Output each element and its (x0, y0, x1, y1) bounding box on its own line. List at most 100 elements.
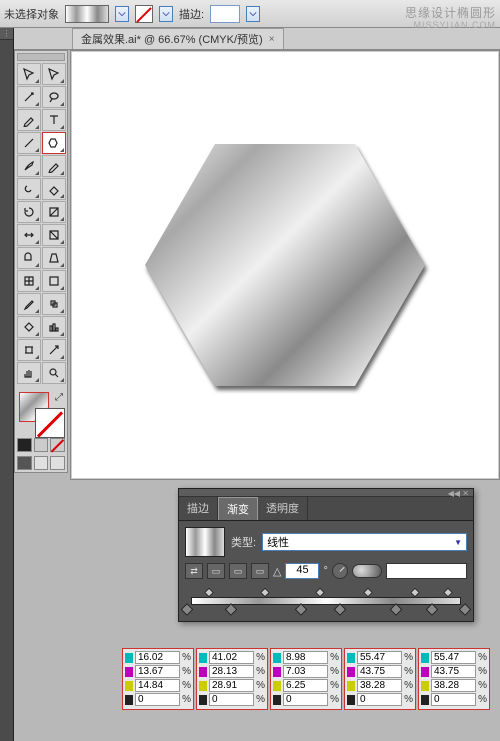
stroke-dropdown[interactable] (159, 6, 173, 22)
screen-mode-present[interactable] (50, 456, 65, 470)
mesh-tool[interactable] (17, 270, 41, 292)
gradient-stop[interactable] (389, 603, 402, 616)
toolbox-grip[interactable] (17, 53, 65, 61)
graph-tool[interactable] (42, 316, 66, 338)
gradient-tool[interactable] (42, 270, 66, 292)
stroke-grad-2[interactable]: ▭ (229, 563, 247, 579)
panel-collapse-icon[interactable]: ◀◀ ✕ (448, 489, 469, 498)
stroke-grad-3[interactable]: ▭ (251, 563, 269, 579)
reverse-gradient-btn[interactable]: ⇄ (185, 563, 203, 579)
k-value[interactable]: 0 (431, 693, 476, 706)
none-mode-btn[interactable] (50, 438, 65, 452)
gradient-midpoint[interactable] (260, 588, 270, 598)
gradient-stop[interactable] (181, 603, 194, 616)
width-tool[interactable] (17, 224, 41, 246)
c-value[interactable]: 41.02 (209, 651, 254, 664)
document-tab[interactable]: 金属效果.ai* @ 66.67% (CMYK/预览) × (72, 28, 284, 49)
tab-gradient[interactable]: 渐变 (218, 497, 258, 520)
magic-wand-tool[interactable] (17, 86, 41, 108)
y-value[interactable]: 6.25 (283, 679, 328, 692)
angle-field[interactable]: 45 (285, 563, 319, 579)
m-value[interactable]: 43.75 (357, 665, 402, 678)
tab-stroke[interactable]: 描边 (179, 497, 218, 520)
gradient-stop[interactable] (425, 603, 438, 616)
gradient-slider[interactable] (187, 585, 465, 613)
screen-mode-full[interactable] (34, 456, 49, 470)
m-value[interactable]: 28.13 (209, 665, 254, 678)
line-tool[interactable] (17, 132, 41, 154)
hexagon-artwork[interactable] (145, 144, 425, 386)
gradient-stop[interactable] (295, 603, 308, 616)
artboard-tool[interactable] (17, 339, 41, 361)
k-value[interactable]: 0 (283, 693, 328, 706)
k-value[interactable]: 0 (135, 693, 180, 706)
y-value[interactable]: 14.84 (135, 679, 180, 692)
gradient-midpoint[interactable] (204, 588, 214, 598)
c-value[interactable]: 8.98 (283, 651, 328, 664)
swap-fill-stroke-icon[interactable]: ⤢ (55, 392, 63, 403)
m-value[interactable]: 13.67 (135, 665, 180, 678)
c-value[interactable]: 55.47 (431, 651, 476, 664)
m-swatch (125, 667, 133, 677)
gradient-stop[interactable] (225, 603, 238, 616)
c-value[interactable]: 16.02 (135, 651, 180, 664)
k-value[interactable]: 0 (357, 693, 402, 706)
rotate-tool[interactable] (17, 201, 41, 223)
hexagon-tool[interactable] (42, 132, 66, 154)
lasso-tool[interactable] (42, 86, 66, 108)
dock-grip[interactable]: ⋮ (0, 28, 13, 40)
shape-builder-tool[interactable] (17, 247, 41, 269)
angle-dial[interactable] (332, 563, 348, 579)
stroke-weight-dd[interactable] (246, 6, 260, 22)
symbol-tool[interactable] (17, 316, 41, 338)
pen-tool[interactable] (17, 109, 41, 131)
c-value[interactable]: 55.47 (357, 651, 402, 664)
zoom-tool[interactable] (42, 362, 66, 384)
slice-tool[interactable] (42, 339, 66, 361)
eyedropper-tool[interactable] (17, 293, 41, 315)
stroke-grad-1[interactable]: ▭ (207, 563, 225, 579)
m-value[interactable]: 7.03 (283, 665, 328, 678)
y-value[interactable]: 38.28 (431, 679, 476, 692)
aspect-preview[interactable] (352, 564, 382, 578)
percent-label: % (478, 694, 487, 705)
stroke-swatch[interactable] (135, 5, 153, 23)
direct-selection-tool[interactable] (42, 63, 66, 85)
gradient-preview[interactable] (185, 527, 225, 557)
scale-tool[interactable] (42, 201, 66, 223)
tab-transparency[interactable]: 透明度 (258, 497, 308, 520)
pencil-tool[interactable] (42, 155, 66, 177)
type-tool[interactable] (42, 109, 66, 131)
brush-tool[interactable] (17, 155, 41, 177)
gradient-midpoint[interactable] (363, 588, 373, 598)
gradient-midpoint[interactable] (410, 588, 420, 598)
gradient-midpoint[interactable] (315, 588, 325, 598)
stroke-weight-field[interactable] (210, 5, 240, 23)
gradient-stop[interactable] (334, 603, 347, 616)
blob-tool[interactable] (17, 178, 41, 200)
gradient-type-select[interactable]: 线性 ▼ (262, 533, 467, 551)
free-transform-tool[interactable] (42, 224, 66, 246)
screen-mode-normal[interactable] (17, 456, 32, 470)
gradient-stop[interactable] (459, 603, 472, 616)
close-icon[interactable]: × (269, 34, 275, 45)
percent-label: % (404, 694, 413, 705)
aspect-field[interactable] (386, 563, 467, 579)
color-mode-btn[interactable] (17, 438, 32, 452)
y-value[interactable]: 28.91 (209, 679, 254, 692)
artboard[interactable] (70, 50, 500, 480)
hand-tool[interactable] (17, 362, 41, 384)
blend-tool[interactable] (42, 293, 66, 315)
k-value[interactable]: 0 (209, 693, 254, 706)
selection-tool[interactable] (17, 63, 41, 85)
eraser-tool[interactable] (42, 178, 66, 200)
panel-grip[interactable]: ◀◀ ✕ (179, 489, 473, 497)
y-value[interactable]: 38.28 (357, 679, 402, 692)
gradient-mode-btn[interactable] (34, 438, 49, 452)
fill-dropdown[interactable] (115, 6, 129, 22)
stroke-indicator[interactable] (35, 408, 65, 438)
fill-swatch[interactable] (65, 5, 109, 23)
perspective-tool[interactable] (42, 247, 66, 269)
m-value[interactable]: 43.75 (431, 665, 476, 678)
gradient-midpoint[interactable] (443, 588, 453, 598)
